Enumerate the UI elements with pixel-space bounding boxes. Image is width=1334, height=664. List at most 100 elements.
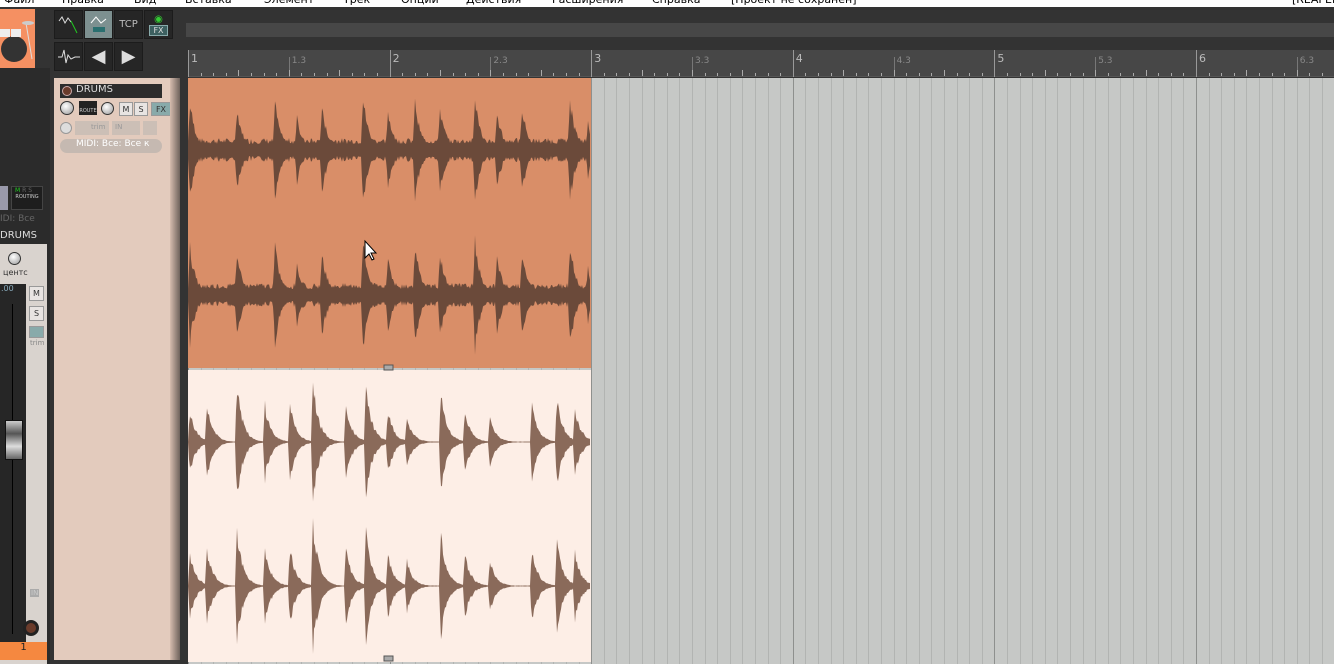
mixer-strip: M R S ROUTING IDI: Все DRUMS центс .00 M… [0, 68, 50, 664]
ruler-tick [1309, 73, 1311, 76]
envelope-toggle-button[interactable] [54, 10, 83, 39]
fx-button[interactable]: FX [151, 102, 171, 116]
beat-label: 4.3 [896, 56, 911, 66]
ruler-tick [1284, 73, 1286, 76]
arrange-view[interactable] [188, 78, 1334, 664]
ruler-tick [402, 73, 404, 76]
menu-item[interactable]: Опции [401, 0, 439, 6]
routing-button[interactable]: M R S ROUTING [11, 186, 43, 210]
volume-readout: .00 [1, 284, 14, 293]
measure-line [188, 50, 189, 77]
menu-item[interactable]: Вставка [185, 0, 232, 6]
phase-icon[interactable] [60, 122, 72, 134]
volume-fader-track[interactable]: .00 [0, 284, 26, 644]
ruler-tick [1233, 73, 1235, 76]
ruler-tick [452, 73, 454, 76]
ruler-tick [704, 73, 706, 76]
ruler-tick [603, 73, 605, 76]
mixer-envelope-button[interactable] [29, 326, 44, 338]
envelope-trim-button[interactable]: trim [75, 121, 109, 135]
ruler-tick [465, 73, 467, 76]
mixer-track-name: DRUMS [0, 230, 37, 241]
ruler-tick [755, 73, 756, 76]
ruler-tick [654, 73, 656, 76]
menu-bar[interactable]: Файл Правка Вид Вставка Элемент Трек Опции Дейс… [0, 0, 1334, 7]
menu-title: [REAPER] [1292, 0, 1334, 6]
timeline-ruler[interactable]: 1 1.3 2 2.3 3 3.3 4 4.3 5 5.3 6 6.3 [188, 50, 1334, 77]
pan-label: центс [3, 268, 28, 277]
ruler-tick [553, 73, 555, 76]
measure-label: 4 [795, 52, 803, 65]
mixer-button[interactable] [0, 186, 8, 210]
next-arrow-icon[interactable]: ▶ [114, 42, 143, 71]
item-resize-handle[interactable] [383, 655, 394, 662]
ruler-tick [918, 73, 920, 76]
ruler-tick [956, 73, 958, 76]
menu-item[interactable]: Трек [343, 0, 370, 6]
ruler-tick [1158, 73, 1160, 76]
mixer-track-number: 1 [0, 642, 47, 660]
track-name: DRUMS [76, 84, 113, 95]
mute-button[interactable]: M [119, 102, 133, 116]
fx-button[interactable]: ◉ FX [144, 10, 173, 39]
ruler-tick [767, 73, 769, 76]
mixer-solo-button[interactable]: S [29, 306, 44, 321]
menu-item[interactable]: Действия [466, 0, 521, 6]
record-arm-button[interactable] [62, 86, 72, 96]
menu-item[interactable]: Справка [652, 0, 700, 6]
menu-item[interactable]: Элемент [264, 0, 314, 6]
route-button[interactable]: ROUTE [79, 101, 97, 115]
record-arm-icon[interactable] [23, 620, 39, 636]
ruler-tick [1044, 70, 1046, 76]
mixer-mute-button[interactable]: M [29, 286, 44, 301]
menu-item[interactable]: Файл [4, 0, 34, 6]
mixer-midi-input[interactable]: IDI: Все [0, 214, 35, 224]
menu-item[interactable]: [Проект не сохранён] [731, 0, 857, 6]
menu-item[interactable]: Вид [134, 0, 156, 6]
pan-knob[interactable] [8, 252, 21, 265]
solo-button[interactable]: S [134, 102, 148, 116]
media-item-2[interactable] [188, 370, 591, 662]
volume-fader-handle[interactable] [5, 420, 23, 460]
menu-item[interactable]: Правка [62, 0, 104, 6]
mixer-input-button[interactable]: IN [30, 589, 40, 597]
ruler-tick [1145, 70, 1147, 76]
measure-line [591, 50, 593, 77]
ruler-tick [1057, 73, 1059, 76]
ruler-tick [427, 73, 429, 76]
ruler-tick [666, 73, 668, 76]
ruler-tick [944, 70, 945, 76]
ruler-tick [1271, 73, 1273, 76]
input-button[interactable]: IN [112, 121, 140, 135]
ruler-tick [440, 70, 441, 76]
item-edit-mode-button[interactable] [84, 10, 113, 39]
waveform-button[interactable] [54, 42, 83, 71]
ruler-tick [1221, 73, 1223, 76]
ruler-tick [692, 70, 693, 76]
beat-label: 6.3 [1299, 56, 1315, 66]
ruler-tick [868, 73, 870, 76]
prev-arrow-icon[interactable]: ◀ [84, 42, 113, 71]
volume-knob[interactable] [60, 101, 74, 115]
tcp-button[interactable]: TCP [114, 10, 143, 39]
ruler-tick [238, 70, 240, 76]
ruler-tick [566, 73, 567, 76]
pan-knob[interactable] [101, 102, 114, 115]
measure-label: 2 [392, 52, 400, 65]
ruler-tick [729, 73, 731, 76]
ruler-tick [1082, 73, 1084, 76]
ruler-tick [1183, 73, 1185, 76]
horizontal-scrollbar[interactable] [186, 23, 1334, 37]
menu-item[interactable]: Расширения [552, 0, 623, 6]
monitor-icon[interactable] [143, 121, 157, 135]
measure-label: 6 [1199, 52, 1206, 65]
ruler-tick [1107, 73, 1109, 76]
item-resize-handle[interactable] [383, 364, 394, 371]
midi-input-select[interactable]: MIDI: Все: Все к [60, 139, 162, 153]
track-name-field[interactable]: DRUMS [60, 84, 162, 98]
ruler-tick [225, 73, 227, 76]
ruler-tick [1133, 73, 1134, 76]
ruler-tick [1070, 73, 1071, 76]
mixer-trim-label: trim [30, 339, 45, 347]
ruler-tick [477, 73, 479, 76]
